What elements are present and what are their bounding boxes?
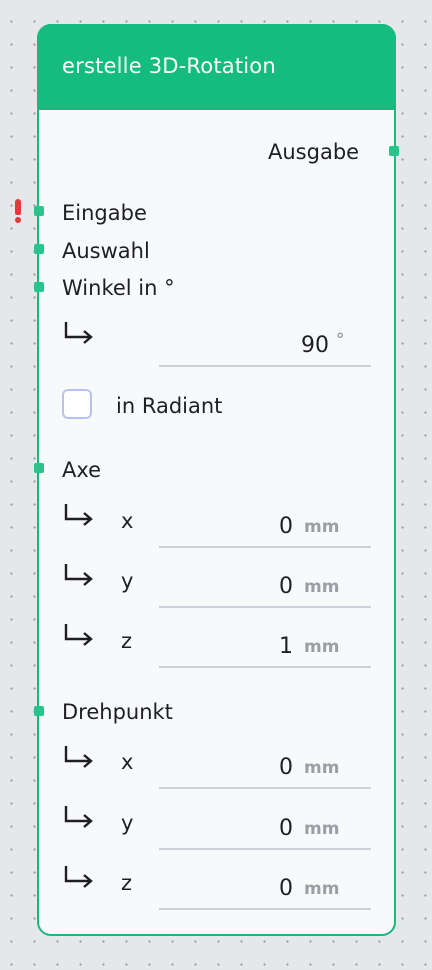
angle-value: 90 [301, 333, 329, 358]
drehpunkt-y-value: 0 [279, 816, 293, 841]
axe-x-input[interactable]: 0 mm [159, 506, 371, 548]
input-port-axe[interactable] [34, 463, 44, 473]
drehpunkt-z-label: z [121, 871, 133, 895]
axe-x-value: 0 [279, 514, 293, 539]
axe-y-input[interactable]: 0 mm [159, 566, 371, 608]
axe-y-value: 0 [279, 574, 293, 599]
drehpunkt-label: Drehpunkt [62, 700, 173, 724]
input-label-winkel: Winkel in ° [62, 276, 175, 300]
input-label-eingabe: Eingabe [62, 201, 147, 225]
angle-unit: ° [336, 330, 345, 350]
axe-z-label: z [121, 629, 133, 653]
axe-z-value: 1 [279, 634, 293, 659]
radiant-label: in Radiant [116, 394, 223, 418]
axe-x-label: x [121, 509, 134, 533]
drehpunkt-y-unit: mm [304, 819, 340, 839]
node-title: erstelle 3D-Rotation [62, 54, 276, 78]
input-port-drehpunkt[interactable] [34, 706, 44, 716]
drehpunkt-x-value: 0 [279, 755, 293, 780]
axe-label: Axe [62, 458, 102, 482]
axe-y-label: y [121, 569, 134, 593]
node-header[interactable]: erstelle 3D-Rotation [37, 24, 396, 110]
sub-arrow-icon [64, 624, 93, 646]
input-port-winkel[interactable] [34, 282, 44, 292]
drehpunkt-z-value: 0 [279, 876, 293, 901]
axe-z-input[interactable]: 1 mm [159, 626, 371, 668]
drehpunkt-y-label: y [121, 811, 134, 835]
input-label-auswahl: Auswahl [62, 239, 150, 263]
axe-y-unit: mm [304, 577, 340, 597]
angle-input[interactable]: 90 ° [159, 325, 371, 367]
sub-arrow-icon [64, 322, 93, 344]
radiant-checkbox[interactable] [62, 389, 92, 419]
axe-z-unit: mm [304, 637, 340, 657]
axe-x-unit: mm [304, 517, 340, 537]
drehpunkt-x-input[interactable]: 0 mm [159, 747, 371, 789]
output-label: Ausgabe [268, 140, 360, 164]
drehpunkt-x-label: x [121, 750, 134, 774]
input-port-auswahl[interactable] [34, 244, 44, 254]
warning-icon [13, 199, 23, 223]
drehpunkt-z-unit: mm [304, 879, 340, 899]
sub-arrow-icon [64, 746, 93, 768]
drehpunkt-z-input[interactable]: 0 mm [159, 868, 371, 910]
sub-arrow-icon [64, 564, 93, 586]
sub-arrow-icon [64, 866, 93, 888]
sub-arrow-icon [64, 806, 93, 828]
drehpunkt-y-input[interactable]: 0 mm [159, 808, 371, 850]
sub-arrow-icon [64, 504, 93, 526]
drehpunkt-x-unit: mm [304, 758, 340, 778]
output-port[interactable] [389, 146, 399, 156]
input-port-eingabe[interactable] [34, 206, 44, 216]
